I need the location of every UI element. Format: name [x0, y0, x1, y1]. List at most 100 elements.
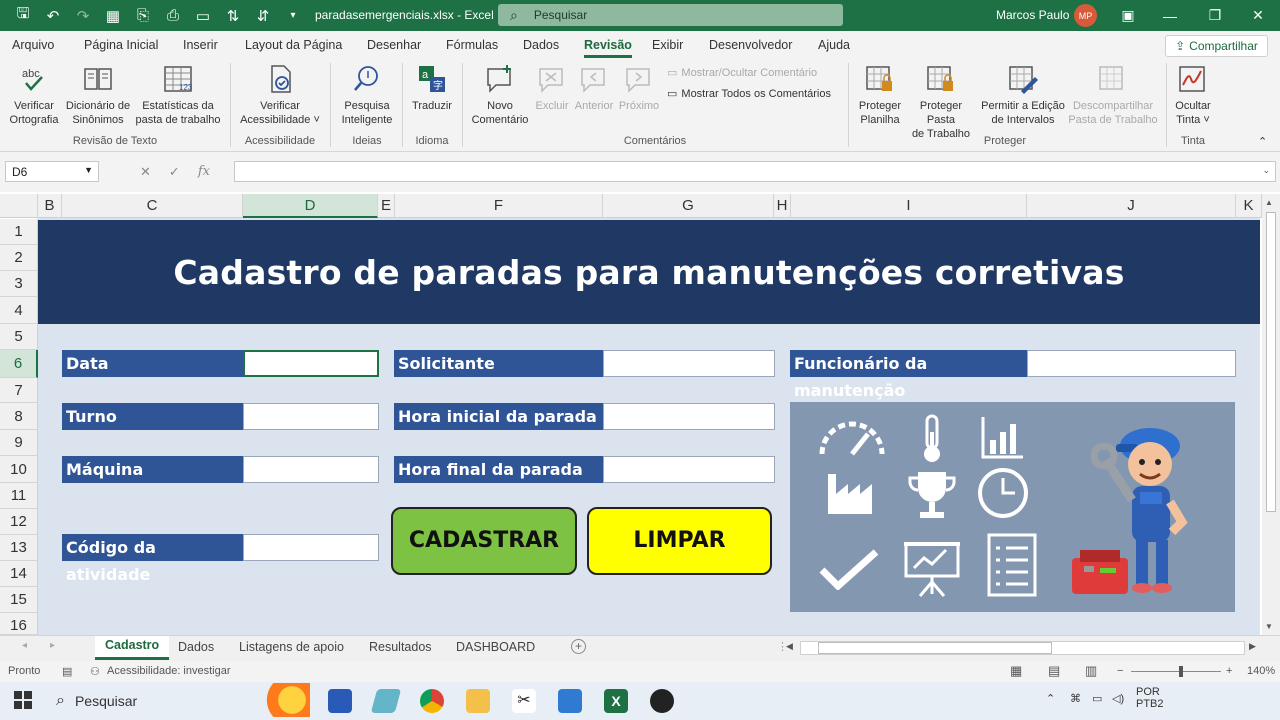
check-accessibility-button[interactable]: Verificar Acessibilidade ˅ — [238, 63, 322, 127]
form-icon[interactable]: ▦ — [100, 4, 126, 28]
scroll-left-icon[interactable]: ◀ — [786, 641, 793, 652]
chrome-taskbar-icon[interactable] — [420, 689, 444, 713]
macro-record-icon[interactable]: ▤ — [62, 665, 72, 678]
undo-icon[interactable]: ↶ — [40, 4, 66, 28]
expand-formula-icon[interactable]: ⌄ — [1262, 165, 1270, 176]
tab-ajuda[interactable]: Ajuda — [818, 38, 850, 52]
row-header-4[interactable]: 4 — [0, 297, 38, 324]
tray-network-icon[interactable]: ⌘ — [1070, 692, 1081, 705]
outlook-taskbar-icon[interactable] — [328, 689, 352, 713]
next-sheet-icon[interactable]: ▸ — [50, 640, 55, 651]
scroll-right-icon[interactable]: ▶ — [1249, 641, 1256, 652]
row-header-9[interactable]: 9 — [0, 430, 38, 456]
show-hide-comment-button[interactable]: ▭ Mostrar/Ocultar Comentário — [667, 66, 817, 80]
vscode-taskbar-icon[interactable] — [558, 689, 582, 713]
windows-start-icon[interactable] — [14, 691, 32, 709]
vertical-scrollbar[interactable]: ▲ ▼ — [1262, 194, 1280, 635]
save-icon[interactable]: 🖫 — [10, 4, 36, 28]
tray-chevron-icon[interactable]: ⌃ — [1046, 692, 1055, 705]
avatar[interactable]: MP — [1074, 4, 1097, 27]
smart-lookup-button[interactable]: Pesquisa Inteligente — [337, 63, 397, 127]
page-layout-view-icon[interactable]: ▤ — [1048, 663, 1060, 679]
hora-final-field[interactable] — [603, 456, 775, 483]
insert-function-icon[interactable]: fx — [198, 164, 210, 179]
taskbar-search[interactable]: ⌕ Pesquisar — [50, 683, 310, 717]
tray-language[interactable]: POR PTB2 — [1136, 686, 1164, 710]
sheet-tab-cadastro[interactable]: Cadastro — [95, 636, 170, 660]
row-header-3[interactable]: 3 — [0, 271, 38, 297]
search-box[interactable]: ⌕ Pesquisar — [498, 4, 843, 26]
sort-ascending-icon[interactable]: ⇅ — [220, 4, 246, 28]
sheet-tab-resultados[interactable]: Resultados — [369, 640, 432, 654]
redo-icon[interactable]: ↷ — [70, 4, 96, 28]
column-header-h[interactable]: H — [774, 194, 791, 218]
share-button[interactable]: ⇪ Compartilhar — [1165, 35, 1268, 57]
collapse-ribbon-icon[interactable]: ⌃ — [1258, 135, 1267, 148]
name-box[interactable]: D6 ▼ — [5, 161, 99, 182]
sheet-tab-dashboard[interactable]: DASHBOARD — [456, 640, 535, 654]
tab-revisao[interactable]: Revisão — [584, 38, 632, 58]
limpar-button[interactable]: LIMPAR — [587, 507, 772, 575]
row-header-13[interactable]: 13 — [0, 535, 38, 561]
horizontal-scroll-thumb[interactable] — [818, 642, 1052, 654]
column-header-c[interactable]: C — [62, 194, 243, 218]
row-header-12[interactable]: 12 — [0, 509, 38, 535]
tab-arquivo[interactable]: Arquivo — [12, 38, 54, 52]
formula-input[interactable]: ⌄ — [234, 161, 1276, 182]
tab-pagina-inicial[interactable]: Página Inicial — [84, 38, 158, 52]
cadastrar-button[interactable]: CADASTRAR — [391, 507, 577, 575]
customize-qat-icon[interactable]: ▾ — [280, 4, 306, 28]
tray-volume-icon[interactable]: ◁) — [1112, 692, 1124, 705]
tab-exibir[interactable]: Exibir — [652, 38, 683, 52]
data-field[interactable] — [243, 350, 379, 377]
column-header-f[interactable]: F — [395, 194, 603, 218]
translate-button[interactable]: a字 Traduzir — [408, 63, 456, 113]
zoom-level[interactable]: 140% — [1247, 665, 1275, 677]
turno-field[interactable] — [243, 403, 379, 430]
protect-sheet-button[interactable]: Proteger Planilha — [856, 63, 904, 127]
hora-inicial-field[interactable] — [603, 403, 775, 430]
excel-taskbar-icon[interactable]: X — [604, 689, 628, 713]
tab-inserir[interactable]: Inserir — [183, 38, 218, 52]
workbook-statistics-button[interactable]: 123 Estatísticas da pasta de trabalho — [135, 63, 221, 127]
restore-icon[interactable]: ❐ — [1195, 0, 1235, 31]
new-comment-button[interactable]: Novo Comentário — [468, 63, 532, 127]
row-header-8[interactable]: 8 — [0, 403, 38, 430]
row-header-15[interactable]: 15 — [0, 587, 38, 613]
column-header-b[interactable]: B — [38, 194, 62, 218]
add-sheet-icon[interactable]: + — [571, 639, 586, 654]
column-header-e[interactable]: E — [378, 194, 395, 218]
spellcheck-button[interactable]: abc Verificar Ortografia — [8, 63, 60, 127]
codigo-atividade-field[interactable] — [243, 534, 379, 561]
sheet-tab-dados[interactable]: Dados — [178, 640, 214, 654]
tray-battery-icon[interactable]: ▭ — [1092, 692, 1102, 705]
row-header-11[interactable]: 11 — [0, 483, 38, 509]
tab-layout-da-pagina[interactable]: Layout da Página — [245, 38, 342, 52]
thesaurus-button[interactable]: Dicionário de Sinônimos — [63, 63, 133, 127]
protect-workbook-button[interactable]: Proteger Pasta de Trabalho — [905, 63, 977, 141]
delete-comment-button[interactable]: Excluir — [534, 63, 570, 113]
normal-view-icon[interactable]: ▦ — [1010, 663, 1022, 679]
row-header-6[interactable]: 6 — [0, 350, 38, 378]
tab-formulas[interactable]: Fórmulas — [446, 38, 498, 52]
capcut-taskbar-icon[interactable]: ✂ — [512, 689, 536, 713]
tab-desenhar[interactable]: Desenhar — [367, 38, 421, 52]
row-header-16[interactable]: 16 — [0, 613, 38, 635]
row-header-14[interactable]: 14 — [0, 561, 38, 587]
print-icon[interactable]: ⎙ — [160, 4, 186, 28]
close-icon[interactable]: ✕ — [1238, 0, 1278, 31]
accessibility-status[interactable]: Acessibilidade: investigar — [107, 665, 231, 677]
funcionario-field[interactable] — [1027, 350, 1236, 377]
unshare-workbook-button[interactable]: Descompartilhar Pasta de Trabalho — [1068, 63, 1158, 127]
next-comment-button[interactable]: Próximo — [617, 63, 661, 113]
file-explorer-taskbar-icon[interactable] — [466, 689, 490, 713]
row-header-1[interactable]: 1 — [0, 219, 38, 245]
sort-descending-icon[interactable]: ⇵ — [250, 4, 276, 28]
scroll-down-icon[interactable]: ▼ — [1265, 622, 1273, 631]
hide-ink-button[interactable]: Ocultar Tinta ˅ — [1170, 63, 1216, 127]
column-header-g[interactable]: G — [603, 194, 774, 218]
column-header-i[interactable]: I — [791, 194, 1027, 218]
cancel-icon[interactable]: ✕ — [140, 164, 151, 180]
allow-edit-ranges-button[interactable]: Permitir a Edição de Intervalos — [980, 63, 1066, 127]
row-header-7[interactable]: 7 — [0, 378, 38, 403]
